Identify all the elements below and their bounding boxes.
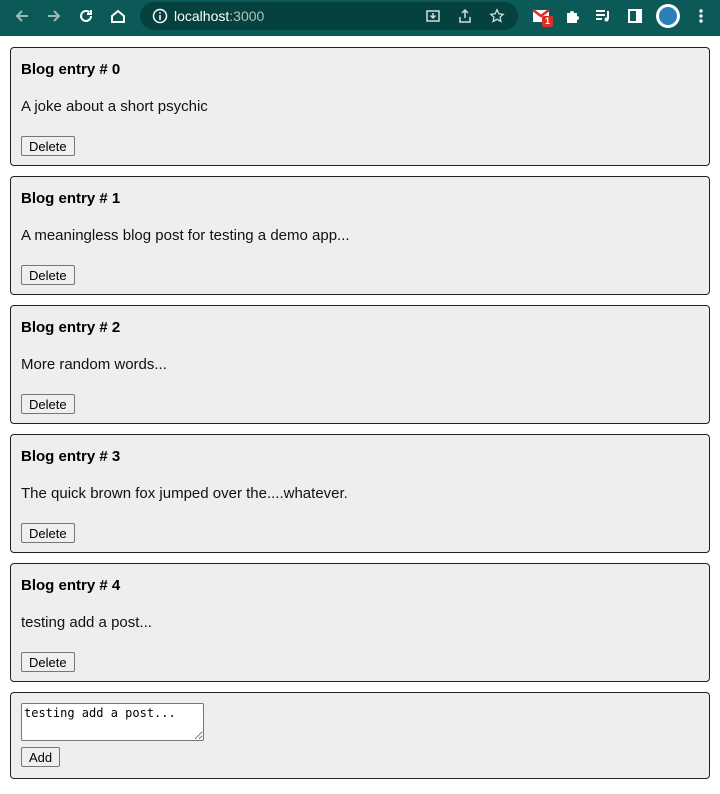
- delete-button[interactable]: Delete: [21, 265, 75, 285]
- share-icon[interactable]: [452, 6, 478, 26]
- blog-post-card: Blog entry # 2 More random words... Dele…: [10, 305, 710, 424]
- site-info-icon[interactable]: [152, 8, 168, 24]
- post-title: Blog entry # 1: [21, 190, 121, 207]
- media-controls-icon[interactable]: [590, 4, 616, 28]
- notification-badge: 1: [542, 16, 553, 27]
- address-bar[interactable]: localhost:3000: [140, 2, 518, 30]
- post-title: Blog entry # 4: [21, 577, 121, 594]
- blog-post-card: Blog entry # 3 The quick brown fox jumpe…: [10, 434, 710, 553]
- gmail-extension-icon[interactable]: 1: [528, 4, 554, 28]
- install-app-icon[interactable]: [420, 6, 446, 26]
- blog-post-card: Blog entry # 0 A joke about a short psyc…: [10, 47, 710, 166]
- post-body: A joke about a short psychic: [21, 98, 208, 115]
- forward-arrow-icon[interactable]: [40, 4, 68, 28]
- back-arrow-icon[interactable]: [8, 4, 36, 28]
- browser-toolbar: localhost:3000 1: [0, 0, 720, 36]
- post-body: The quick brown fox jumped over the....w…: [21, 485, 348, 502]
- profile-avatar[interactable]: [656, 4, 680, 28]
- side-panel-icon[interactable]: [622, 4, 648, 28]
- post-body: More random words...: [21, 356, 167, 373]
- blog-post-card: Blog entry # 4 testing add a post... Del…: [10, 563, 710, 682]
- post-title: Blog entry # 0: [21, 61, 121, 78]
- blog-post-card: Blog entry # 1 A meaningless blog post f…: [10, 176, 710, 295]
- post-body: A meaningless blog post for testing a de…: [21, 227, 350, 244]
- new-post-form: testing add a post... Add: [10, 692, 710, 779]
- add-button[interactable]: Add: [21, 747, 61, 767]
- post-body: testing add a post...: [21, 614, 152, 631]
- home-icon[interactable]: [104, 4, 132, 28]
- delete-button[interactable]: Delete: [21, 652, 75, 672]
- bookmark-star-icon[interactable]: [484, 6, 510, 26]
- delete-button[interactable]: Delete: [21, 523, 75, 543]
- extensions-puzzle-icon[interactable]: [559, 4, 585, 28]
- url-text: localhost:3000: [174, 8, 265, 24]
- post-title: Blog entry # 3: [21, 448, 121, 465]
- post-title: Blog entry # 2: [21, 319, 121, 336]
- new-post-textarea[interactable]: testing add a post...: [21, 703, 204, 741]
- delete-button[interactable]: Delete: [21, 394, 75, 414]
- reload-icon[interactable]: [72, 4, 100, 28]
- more-menu-icon[interactable]: [688, 4, 714, 28]
- delete-button[interactable]: Delete: [21, 136, 75, 156]
